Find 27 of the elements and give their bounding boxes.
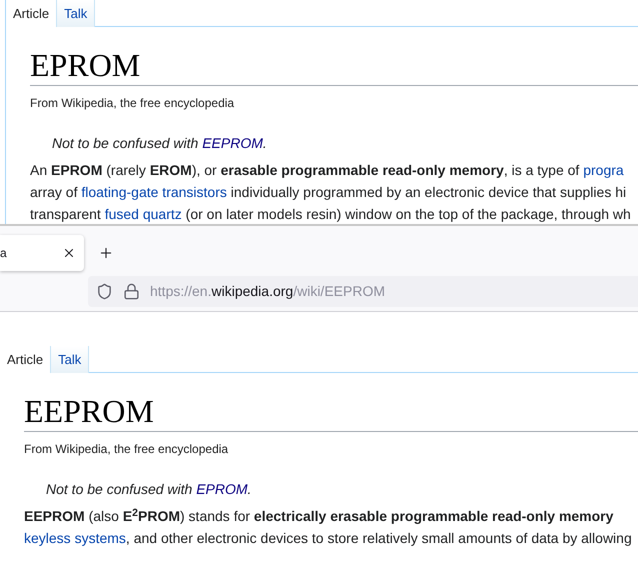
tagline: From Wikipedia, the free encyclopedia bbox=[30, 95, 236, 111]
tagline: From Wikipedia, the free encyclopedia bbox=[24, 441, 230, 457]
paragraph-line: transparent fused quartz (or on later models resin) window on the top of the package, through wh bbox=[30, 205, 631, 224]
link[interactable]: EPROM bbox=[196, 481, 248, 497]
tab[interactable]: Talk bbox=[50, 346, 90, 373]
paragraph-line: keyless systems, and other electronic devices to store relatively small amounts of data by allowing bbox=[24, 529, 632, 548]
lock-icon[interactable] bbox=[123, 283, 140, 300]
paragraph-line: array of floating-gate transistors individually programmed by an electronic device that supplies hi bbox=[30, 183, 626, 202]
url-text: https://en.wikipedia.org/wiki/EEPROM bbox=[150, 282, 385, 301]
hatnote: Not to be confused with EEPROM. bbox=[52, 134, 268, 153]
link[interactable]: progra bbox=[583, 162, 624, 178]
paragraph-line: EEPROM (also E$^{2}$PROM) stands for electrically erasable programmable read-only memory bbox=[24, 506, 614, 526]
page-title: EPROM bbox=[30, 47, 638, 86]
browser-tab[interactable]: a bbox=[0, 235, 84, 271]
close-icon[interactable] bbox=[62, 246, 76, 260]
link[interactable]: EEPROM bbox=[202, 135, 263, 151]
hatnote: Not to be confused with EPROM. bbox=[46, 480, 252, 499]
shield-icon[interactable] bbox=[96, 283, 113, 300]
link[interactable]: floating-gate transistors bbox=[81, 184, 227, 200]
link[interactable]: keyless systems bbox=[24, 530, 126, 546]
tab[interactable]: Talk bbox=[56, 0, 96, 27]
address-bar[interactable]: https://en.wikipedia.org/wiki/EEPROM bbox=[88, 276, 638, 307]
new-tab-icon[interactable] bbox=[98, 245, 114, 261]
link[interactable]: fused quartz bbox=[104, 206, 182, 222]
page-title: EEPROM bbox=[24, 393, 638, 432]
tab-title: a bbox=[0, 245, 7, 262]
paragraph-line: An EPROM (rarely EROM), or erasable programmable read-only memory, is a type of progra bbox=[30, 161, 624, 180]
